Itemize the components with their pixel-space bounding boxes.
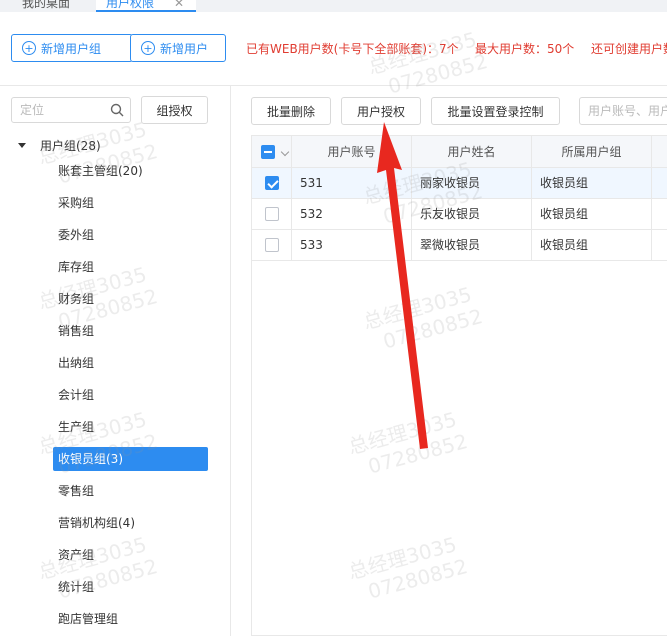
batch-login-control-button[interactable]: 批量设置登录控制 bbox=[431, 97, 560, 125]
add-user-button[interactable]: + 新增用户 bbox=[130, 34, 226, 62]
tree-item-group[interactable]: 跑店管理组 bbox=[53, 607, 208, 631]
web-user-count-text: 已有WEB用户数(卡号下全部账套)：7个 bbox=[246, 42, 459, 56]
group-list: 账套主管组(20) 采购组委外组库存组财务组销售组出纳组会计组生产组收银员组(3)… bbox=[53, 159, 208, 636]
tree-item-group[interactable]: 采购组 bbox=[53, 191, 208, 215]
add-user-group-label: 新增用户组 bbox=[41, 41, 102, 56]
tree-root-label: 用户组(28) bbox=[40, 138, 101, 153]
action-bar: 批量删除 用户授权 批量设置登录控制 bbox=[0, 86, 667, 134]
row-select-cell bbox=[252, 230, 292, 260]
tree-item-group[interactable]: 账套主管组(20) bbox=[53, 159, 208, 183]
tree-item-group[interactable]: 出纳组 bbox=[53, 351, 208, 375]
row-checkbox[interactable] bbox=[265, 176, 279, 190]
select-all-cell bbox=[252, 136, 292, 168]
tab-my-desktop[interactable]: 我的桌面 bbox=[22, 0, 70, 12]
tree-item-group[interactable]: 收银员组(3) bbox=[53, 447, 208, 471]
tree-item-group[interactable]: 销售组 bbox=[53, 319, 208, 343]
close-icon[interactable]: ✕ bbox=[174, 0, 184, 12]
table-row[interactable]: 533 翠微收银员 收银员组 bbox=[252, 230, 667, 261]
top-toolbar: + 新增用户组 + 新增用户 已有WEB用户数(卡号下全部账套)：7个 最大用户… bbox=[0, 12, 667, 86]
row-checkbox[interactable] bbox=[265, 238, 279, 252]
table-header: 用户账号 用户姓名 所属用户组 bbox=[252, 136, 667, 168]
cell-user-group: 收银员组 bbox=[532, 168, 652, 198]
tree-item-group[interactable]: 营销机构组(4) bbox=[53, 511, 208, 535]
header-user-account[interactable]: 用户账号 bbox=[292, 136, 412, 168]
cell-user-group: 收银员组 bbox=[532, 199, 652, 229]
tree-item-group[interactable]: 财务组 bbox=[53, 287, 208, 311]
tree-item-group[interactable]: 零售组 bbox=[53, 479, 208, 503]
tree-item-group[interactable]: 会计组 bbox=[53, 383, 208, 407]
cell-user-name: 丽家收银员 bbox=[412, 168, 532, 198]
cell-user-account: 533 bbox=[292, 230, 412, 260]
cell-user-account: 532 bbox=[292, 199, 412, 229]
plus-circle-icon: + bbox=[22, 41, 36, 55]
plus-circle-icon: + bbox=[141, 41, 155, 55]
tree-item-group[interactable]: 委外组 bbox=[53, 223, 208, 247]
tree-item-group[interactable]: 统计组 bbox=[53, 575, 208, 599]
max-user-count-text: 最大用户数：50个 bbox=[475, 42, 575, 56]
tab-user-permissions[interactable]: 用户权限 ✕ bbox=[96, 0, 196, 12]
user-group-panel: 组授权 用户组(28) 账套主管组(20)采购组委外组库存组财务组销售组出纳组会… bbox=[0, 86, 231, 636]
user-table: 用户账号 用户姓名 所属用户组 531 丽家收银员 收银员组 532 乐友收银员 收银员组… bbox=[251, 135, 667, 636]
tab-strip: 我的桌面 用户权限 ✕ bbox=[0, 0, 667, 12]
user-search-input[interactable] bbox=[580, 98, 667, 124]
table-row[interactable]: 532 乐友收银员 收银员组 bbox=[252, 199, 667, 230]
tree-root-user-groups[interactable]: 用户组(28) bbox=[18, 136, 101, 154]
cell-user-name: 乐友收银员 bbox=[412, 199, 532, 229]
cell-user-account: 531 bbox=[292, 168, 412, 198]
tree-item-group[interactable]: 库存组 bbox=[53, 255, 208, 279]
row-select-cell bbox=[252, 168, 292, 198]
add-user-group-button[interactable]: + 新增用户组 bbox=[11, 34, 133, 62]
batch-delete-button[interactable]: 批量删除 bbox=[251, 97, 331, 125]
tree-item-group[interactable]: 生产组 bbox=[53, 415, 208, 439]
user-search-box bbox=[579, 97, 667, 125]
row-checkbox[interactable] bbox=[265, 207, 279, 221]
add-user-label: 新增用户 bbox=[160, 41, 209, 56]
header-user-name[interactable]: 用户姓名 bbox=[412, 136, 532, 168]
row-select-cell bbox=[252, 199, 292, 229]
tab-label: 用户权限 bbox=[106, 0, 155, 10]
remaining-user-count-text: 还可创建用户数 bbox=[591, 42, 667, 56]
select-all-checkbox[interactable] bbox=[261, 145, 275, 159]
tree-item-group[interactable]: 资产组 bbox=[53, 543, 208, 567]
header-user-group[interactable]: 所属用户组 bbox=[532, 136, 652, 168]
caret-down-icon[interactable] bbox=[18, 142, 26, 148]
cell-user-name: 翠微收银员 bbox=[412, 230, 532, 260]
user-authorize-button[interactable]: 用户授权 bbox=[341, 97, 421, 125]
chevron-down-icon[interactable] bbox=[280, 147, 290, 157]
cell-user-group: 收银员组 bbox=[532, 230, 652, 260]
table-row[interactable]: 531 丽家收银员 收银员组 bbox=[252, 168, 667, 199]
